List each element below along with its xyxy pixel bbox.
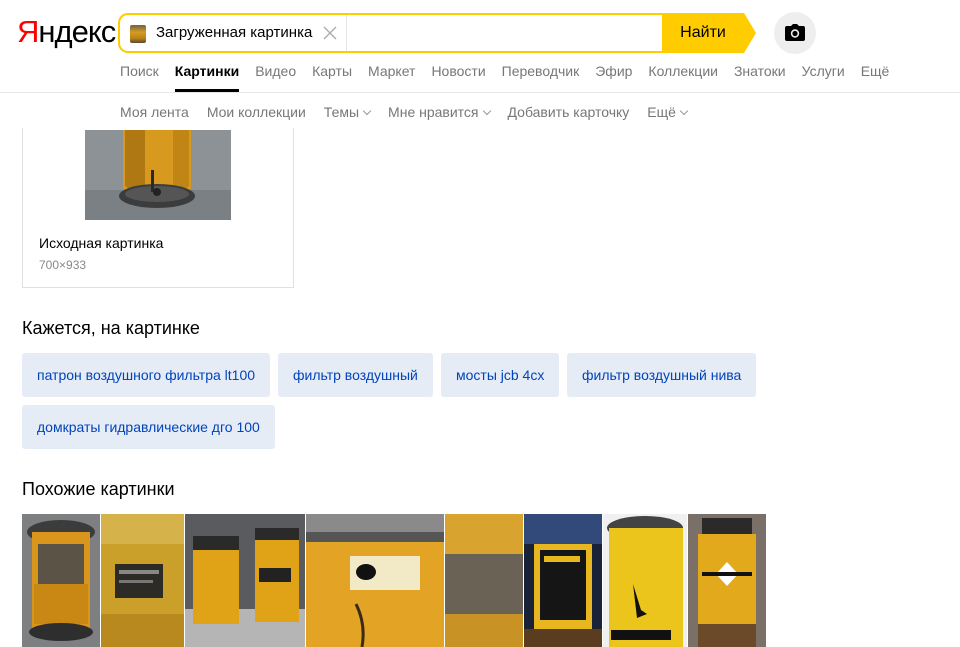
subnav-item-label: Мои коллекции: [206, 104, 306, 120]
tab-6[interactable]: Переводчик: [502, 62, 580, 92]
chevron-down-icon: [482, 106, 491, 116]
original-image-size: 700×933: [39, 258, 87, 272]
similar-image[interactable]: [445, 514, 523, 647]
original-image-card[interactable]: Исходная картинка 700×933: [22, 128, 294, 288]
tab-1[interactable]: Картинки: [174, 62, 240, 92]
logo-rest: ндекс: [38, 14, 116, 49]
subnav-item[interactable]: Мои коллекции: [207, 103, 306, 121]
tab-2[interactable]: Видео: [255, 62, 296, 92]
original-image-title: Исходная картинка: [39, 235, 164, 251]
uploaded-image-chip: Загруженная картинка: [156, 24, 313, 41]
tag-chip[interactable]: патрон воздушного фильтра lt100: [22, 353, 271, 397]
service-tabs: Поиск Картинки Видео Карты Маркет Новости Пере…: [120, 62, 905, 92]
similar-image[interactable]: [688, 514, 766, 647]
subnav-item-label: Моя лента: [120, 104, 189, 120]
subnav-item-label: Темы: [323, 104, 360, 120]
similar-section-title: Похожие картинки: [22, 479, 175, 499]
search-bar: Загруженная картинка Найти: [118, 13, 758, 53]
subnav-item-label: Добавить карточку: [507, 104, 630, 120]
tags-section-title: Кажется, на картинке: [22, 318, 200, 338]
uploaded-image-thumbnail-icon: [130, 25, 146, 43]
tab-0[interactable]: Поиск: [120, 62, 159, 92]
tag-chip[interactable]: фильтр воздушный нива: [567, 353, 757, 397]
tab-3[interactable]: Карты: [312, 62, 352, 92]
chevron-down-icon: [679, 106, 689, 116]
tab-7[interactable]: Эфир: [595, 62, 632, 92]
subnav-item-label: Мне нравится: [388, 104, 479, 120]
find-button-arrow: [744, 13, 756, 53]
tag-chip[interactable]: домкраты гидравлические дго 100: [22, 405, 275, 449]
tag-chip[interactable]: мосты jcb 4cx: [441, 353, 560, 397]
images-subnav: Моя лента Мои коллекции Темы Мне нравится До…: [120, 103, 705, 121]
tab-4[interactable]: Маркет: [368, 62, 415, 92]
subnav-item[interactable]: Ещё: [647, 103, 689, 121]
tab-5[interactable]: Новости: [431, 62, 485, 92]
similar-image[interactable]: [22, 514, 100, 647]
logo-first-letter: Я: [17, 14, 39, 49]
subnav-item[interactable]: Моя лента: [120, 103, 189, 121]
find-button[interactable]: Найти: [662, 13, 744, 53]
tab-11[interactable]: Ещё: [861, 62, 890, 92]
search-divider: [346, 15, 347, 51]
clear-icon[interactable]: [320, 22, 340, 44]
similar-image[interactable]: [306, 514, 444, 647]
subnav-item[interactable]: Добавить карточку: [508, 103, 630, 121]
similar-images-row: [22, 514, 766, 647]
header-divider: [0, 92, 960, 93]
subnav-item[interactable]: Мне нравится: [388, 103, 491, 121]
similar-image[interactable]: [101, 514, 184, 647]
subnav-item[interactable]: Темы: [323, 103, 372, 121]
camera-search-button[interactable]: [774, 12, 816, 54]
similar-image[interactable]: [185, 514, 305, 647]
search-input[interactable]: [348, 17, 658, 49]
subnav-item-label: Ещё: [647, 104, 676, 120]
tab-8[interactable]: Коллекции: [648, 62, 718, 92]
similar-image[interactable]: [603, 514, 687, 647]
original-image[interactable]: [85, 130, 231, 220]
camera-icon: [785, 24, 805, 41]
search-box[interactable]: Загруженная картинка: [118, 13, 664, 53]
tag-chip[interactable]: фильтр воздушный: [278, 353, 433, 397]
tab-10[interactable]: Услуги: [802, 62, 845, 92]
similar-image[interactable]: [524, 514, 602, 647]
tab-9[interactable]: Знатоки: [734, 62, 786, 92]
chevron-down-icon: [362, 106, 372, 116]
yandex-logo[interactable]: Яндекс: [17, 14, 116, 50]
